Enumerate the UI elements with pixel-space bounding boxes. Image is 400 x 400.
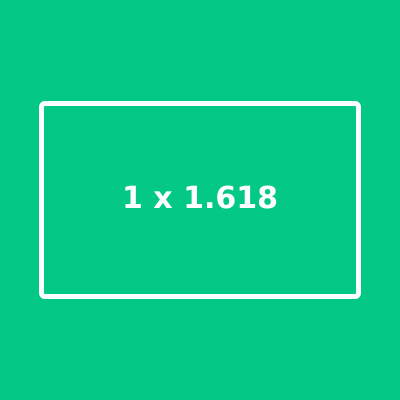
golden-ratio-rectangle: 1 x 1.618 xyxy=(39,101,361,299)
ratio-label: 1 x 1.618 xyxy=(121,181,278,216)
background-canvas: 1 x 1.618 xyxy=(0,0,400,400)
